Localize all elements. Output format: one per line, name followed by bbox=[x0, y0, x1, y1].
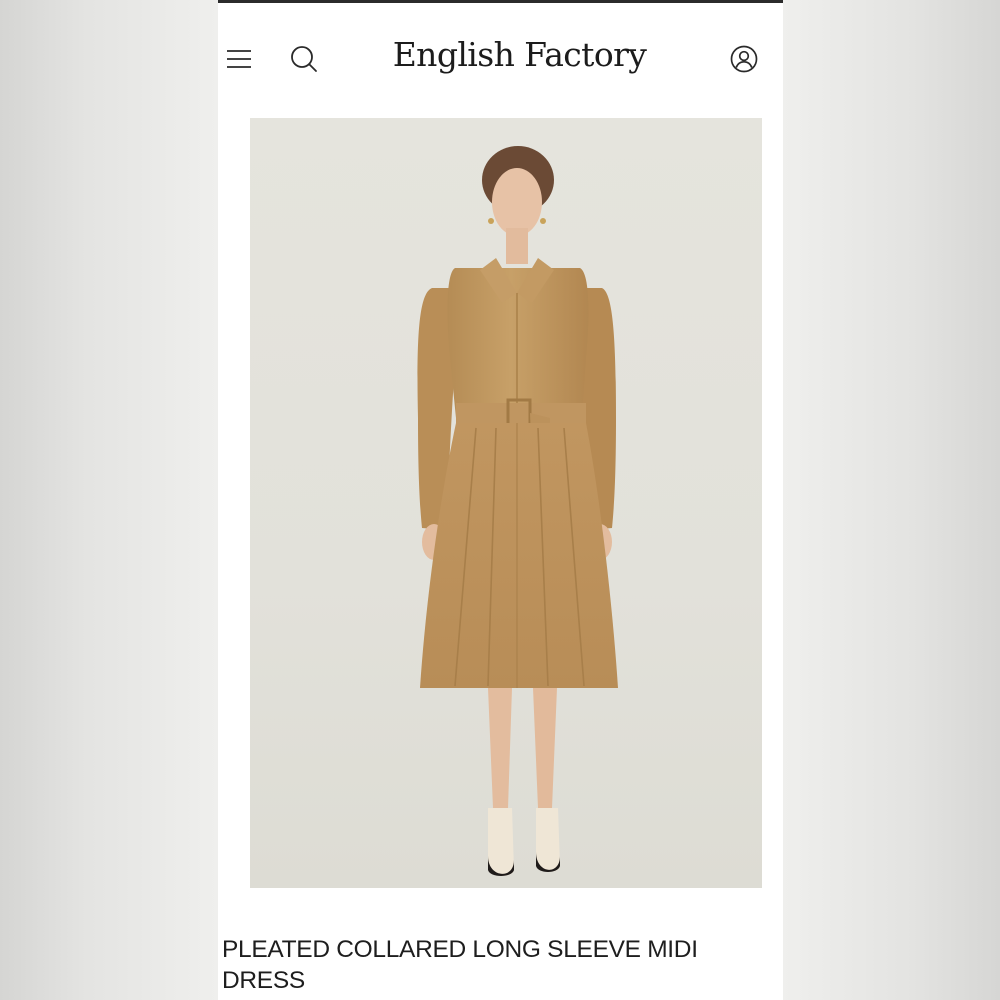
blurred-background-left bbox=[0, 0, 218, 1000]
product-title: PLEATED COLLARED LONG SLEEVE MIDI DRESS bbox=[222, 936, 698, 994]
site-header: English Factory bbox=[218, 3, 783, 115]
account-button[interactable] bbox=[726, 41, 762, 77]
search-icon bbox=[291, 46, 317, 72]
mobile-screen: English Factory PLEATED COLLARED LONG SL… bbox=[218, 0, 783, 1000]
search-button[interactable] bbox=[286, 41, 322, 77]
brand-logo[interactable]: English Factory bbox=[378, 35, 661, 74]
product-image[interactable] bbox=[250, 118, 762, 888]
hamburger-menu-icon bbox=[227, 50, 251, 68]
user-account-icon bbox=[730, 45, 758, 73]
blurred-background-right bbox=[783, 0, 1000, 1000]
model-illustration bbox=[417, 146, 618, 876]
menu-button[interactable] bbox=[221, 41, 257, 77]
